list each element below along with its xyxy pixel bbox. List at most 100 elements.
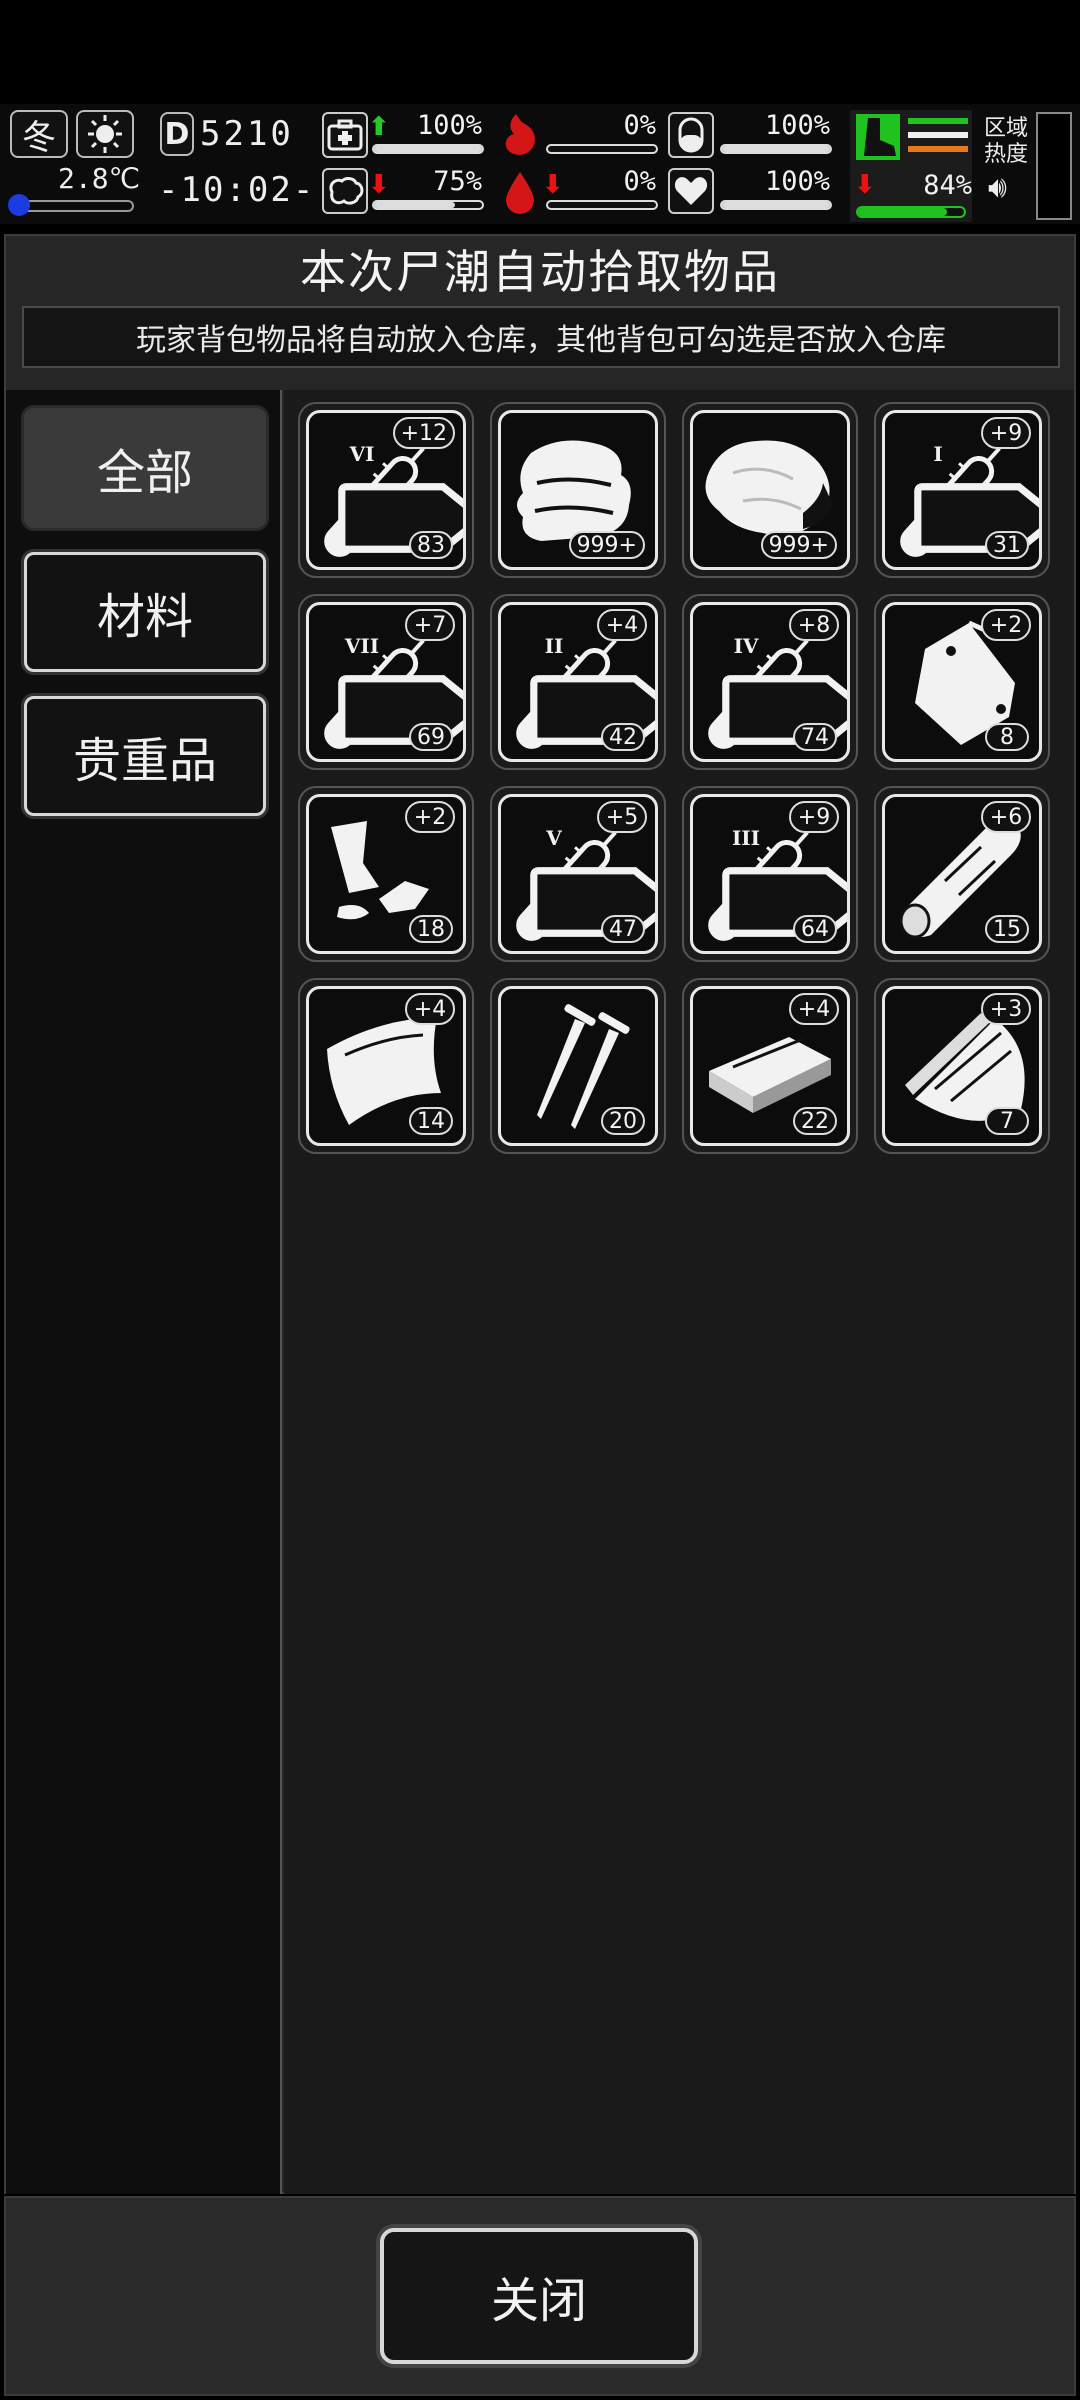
grade-tag: I bbox=[913, 441, 1039, 553]
item-slot[interactable]: +4 22 bbox=[682, 978, 858, 1154]
item-count: 20 bbox=[601, 1107, 645, 1135]
category-all-tab[interactable]: 全部 bbox=[24, 408, 266, 528]
category-materials-tab[interactable]: 材料 bbox=[24, 552, 266, 672]
game-clock: -10:02- bbox=[158, 170, 316, 210]
status-bar: 冬 2.8℃ D 5210 -10:02- ⬆ 100% 0% 100% ⬇ 8 bbox=[0, 104, 1080, 224]
pill-bar bbox=[720, 144, 832, 154]
day-counter: 5210 bbox=[200, 114, 294, 154]
medkit-icon bbox=[322, 112, 368, 158]
category-valuables-tab[interactable]: 贵重品 bbox=[24, 696, 266, 816]
item-count: 69 bbox=[409, 723, 453, 751]
boot-icon bbox=[856, 114, 900, 160]
grade-label: VI bbox=[349, 442, 375, 466]
bonus-badge: +6 bbox=[981, 801, 1031, 833]
item-count: 74 bbox=[793, 723, 837, 751]
bonus-badge: +4 bbox=[597, 609, 647, 641]
item-slot[interactable]: II +4 42 bbox=[490, 594, 666, 770]
item-count: 22 bbox=[793, 1107, 837, 1135]
grade-label: I bbox=[933, 442, 943, 466]
grade-tag: V bbox=[529, 825, 655, 937]
bonus-badge: +2 bbox=[981, 609, 1031, 641]
item-slot[interactable]: V +5 47 bbox=[490, 786, 666, 962]
item-frame: V +5 47 bbox=[498, 794, 658, 954]
item-frame: IV +8 74 bbox=[690, 602, 850, 762]
blood-value: 0% bbox=[623, 166, 656, 197]
category-all-label: 全部 bbox=[96, 445, 193, 501]
item-frame: +2 8 bbox=[882, 602, 1042, 762]
bonus-badge: +7 bbox=[405, 609, 455, 641]
zone-heat-label: 区域 热度 bbox=[984, 116, 1028, 168]
category-materials-label: 材料 bbox=[96, 589, 193, 645]
item-count: 42 bbox=[601, 723, 645, 751]
stomach-icon bbox=[494, 110, 544, 158]
bonus-badge: +5 bbox=[597, 801, 647, 833]
item-frame: +4 14 bbox=[306, 986, 466, 1146]
pill-value: 100% bbox=[764, 110, 830, 141]
item-slot[interactable]: +2 8 bbox=[874, 594, 1050, 770]
hunger-bar bbox=[546, 144, 658, 154]
pill-icon bbox=[668, 112, 714, 158]
zone-label: 区域 bbox=[984, 116, 1029, 141]
item-slot[interactable]: VI +12 83 bbox=[298, 402, 474, 578]
stamina-stripe-white bbox=[908, 132, 968, 138]
item-frame: III +9 64 bbox=[690, 794, 850, 954]
grade-label: VII bbox=[344, 634, 380, 658]
item-frame: II +4 42 bbox=[498, 602, 658, 762]
heart-value: 100% bbox=[764, 166, 830, 197]
blood-bar bbox=[546, 200, 658, 210]
season-indicator: 冬 bbox=[10, 110, 68, 158]
bonus-badge: +4 bbox=[405, 993, 455, 1025]
stamina-panel: ⬇ 84% bbox=[850, 110, 972, 222]
health-bar bbox=[372, 144, 484, 154]
item-grid: VI +12 83 999+ 999+ I +9 31 VII +7 69 II… bbox=[284, 390, 1074, 2194]
bonus-badge: +2 bbox=[405, 801, 455, 833]
speaker-icon[interactable]: 🔊︎ bbox=[988, 170, 1007, 205]
item-frame: +2 18 bbox=[306, 794, 466, 954]
item-frame: I +9 31 bbox=[882, 410, 1042, 570]
grade-tag: IV bbox=[721, 633, 847, 745]
item-frame: 999+ bbox=[690, 410, 850, 570]
grade-tag: VI bbox=[337, 441, 463, 553]
item-count: 7 bbox=[985, 1107, 1029, 1135]
grade-tag: II bbox=[529, 633, 655, 745]
thermometer-bulb-icon bbox=[8, 194, 30, 216]
item-slot[interactable]: IV +8 74 bbox=[682, 594, 858, 770]
heat-label: 热度 bbox=[984, 142, 1029, 167]
mood-value: 75% bbox=[433, 166, 482, 197]
item-slot[interactable]: III +9 64 bbox=[682, 786, 858, 962]
item-slot[interactable]: +2 18 bbox=[298, 786, 474, 962]
stamina-stripe-orange bbox=[908, 146, 968, 152]
stamina-bar bbox=[856, 206, 966, 218]
close-button[interactable]: 关闭 bbox=[380, 2228, 698, 2364]
bonus-badge: +9 bbox=[789, 801, 839, 833]
grade-tag: III bbox=[721, 825, 847, 937]
item-slot[interactable]: 999+ bbox=[490, 402, 666, 578]
stamina-value: 84% bbox=[923, 170, 972, 201]
category-sidebar: 全部 材料 贵重品 bbox=[6, 390, 282, 2194]
item-count: 8 bbox=[985, 723, 1029, 751]
bonus-badge: +9 bbox=[981, 417, 1031, 449]
bonus-badge: +8 bbox=[789, 609, 839, 641]
item-count: 31 bbox=[985, 531, 1029, 559]
item-frame: +6 15 bbox=[882, 794, 1042, 954]
item-slot[interactable]: +6 15 bbox=[874, 786, 1050, 962]
dialog-title: 本次尸潮自动拾取物品 bbox=[300, 245, 780, 299]
item-slot[interactable]: +4 14 bbox=[298, 978, 474, 1154]
grade-label: II bbox=[544, 634, 564, 658]
sun-icon bbox=[76, 110, 134, 158]
grade-label: V bbox=[546, 826, 562, 850]
item-slot[interactable]: VII +7 69 bbox=[298, 594, 474, 770]
bonus-badge: +4 bbox=[789, 993, 839, 1025]
item-slot[interactable]: I +9 31 bbox=[874, 402, 1050, 578]
item-count: 999+ bbox=[568, 531, 645, 559]
item-count: 14 bbox=[409, 1107, 453, 1135]
season-label: 冬 bbox=[22, 117, 56, 158]
item-count: 83 bbox=[409, 531, 453, 559]
item-frame: VI +12 83 bbox=[306, 410, 466, 570]
stamina-stripe-green bbox=[908, 118, 968, 124]
day-prefix: D bbox=[160, 112, 194, 156]
item-slot[interactable]: +3 7 bbox=[874, 978, 1050, 1154]
mood-bar bbox=[372, 200, 484, 210]
item-slot[interactable]: 20 bbox=[490, 978, 666, 1154]
item-slot[interactable]: 999+ bbox=[682, 402, 858, 578]
